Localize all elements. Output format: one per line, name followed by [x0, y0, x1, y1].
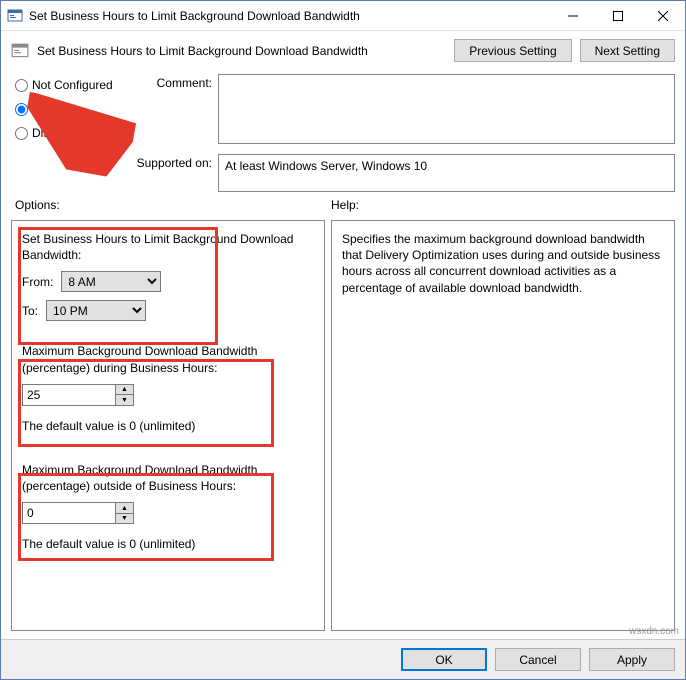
not-configured-label: Not Configured [32, 78, 113, 92]
outside-spin-buttons: ▲▼ [115, 503, 133, 523]
minimize-button[interactable] [550, 1, 595, 30]
not-configured-input[interactable] [15, 79, 28, 92]
ok-button[interactable]: OK [401, 648, 487, 671]
maximize-button[interactable] [595, 1, 640, 30]
policy-icon [11, 42, 29, 60]
footer: OK Cancel Apply [1, 639, 685, 679]
enabled-radio[interactable]: Enabled [15, 102, 125, 116]
supported-on-text: At least Windows Server, Windows 10 [225, 159, 427, 173]
configuration-area: Not Configured Enabled Disabled Comment:… [1, 70, 685, 194]
dialog-window: Set Business Hours to Limit Background D… [0, 0, 686, 680]
to-row: To: 10 PM [22, 300, 314, 321]
from-label: From: [22, 275, 53, 289]
during-note: The default value is 0 (unlimited) [22, 418, 314, 434]
apply-button[interactable]: Apply [589, 648, 675, 671]
spin-up-icon[interactable]: ▲ [116, 385, 133, 396]
disabled-label: Disabled [32, 126, 79, 140]
during-spinner[interactable]: ▲▼ [22, 384, 134, 406]
help-panel: Specifies the maximum background downloa… [331, 220, 675, 631]
disabled-input[interactable] [15, 127, 28, 140]
panels: Set Business Hours to Limit Background D… [1, 214, 685, 639]
from-select[interactable]: 8 AM [61, 271, 161, 292]
comment-textarea[interactable] [218, 74, 675, 144]
outside-spinner[interactable]: ▲▼ [22, 502, 134, 524]
from-row: From: 8 AM [22, 271, 314, 292]
help-text: Specifies the maximum background downloa… [342, 231, 664, 296]
header-bar: Set Business Hours to Limit Background D… [1, 31, 685, 70]
cancel-button[interactable]: Cancel [495, 648, 581, 671]
spin-down-icon[interactable]: ▼ [116, 395, 133, 405]
enabled-label: Enabled [32, 102, 76, 116]
window-title: Set Business Hours to Limit Background D… [29, 9, 550, 23]
outside-note: The default value is 0 (unlimited) [22, 536, 314, 552]
maximize-icon [613, 11, 623, 21]
help-label: Help: [331, 198, 359, 212]
to-select[interactable]: 10 PM [46, 300, 146, 321]
fields-grid: Comment: Supported on: At least Windows … [133, 74, 675, 192]
state-radios: Not Configured Enabled Disabled [15, 74, 125, 192]
disabled-radio[interactable]: Disabled [15, 126, 125, 140]
app-icon [7, 8, 23, 24]
spin-down-icon[interactable]: ▼ [116, 514, 133, 524]
close-button[interactable] [640, 1, 685, 30]
comment-label: Comment: [133, 74, 218, 90]
options-panel: Set Business Hours to Limit Background D… [11, 220, 325, 631]
options-heading: Set Business Hours to Limit Background D… [22, 231, 314, 263]
close-icon [658, 11, 668, 21]
next-setting-button[interactable]: Next Setting [580, 39, 675, 62]
during-label: Maximum Background Download Bandwidth (p… [22, 343, 314, 375]
during-input[interactable] [23, 385, 115, 405]
supported-label: Supported on: [133, 154, 218, 170]
spin-up-icon[interactable]: ▲ [116, 503, 133, 514]
options-label: Options: [15, 198, 331, 212]
titlebar[interactable]: Set Business Hours to Limit Background D… [1, 1, 685, 31]
outside-input[interactable] [23, 503, 115, 523]
watermark: wsxdn.com [629, 626, 679, 637]
previous-setting-button[interactable]: Previous Setting [454, 39, 571, 62]
header-title: Set Business Hours to Limit Background D… [37, 44, 446, 58]
minimize-icon [568, 11, 578, 21]
supported-on-box: At least Windows Server, Windows 10 [218, 154, 675, 192]
during-spin-buttons: ▲▼ [115, 385, 133, 405]
not-configured-radio[interactable]: Not Configured [15, 78, 125, 92]
outside-label: Maximum Background Download Bandwidth (p… [22, 462, 314, 494]
to-label: To: [22, 304, 38, 318]
section-labels: Options: Help: [1, 194, 685, 214]
enabled-input[interactable] [15, 103, 28, 116]
